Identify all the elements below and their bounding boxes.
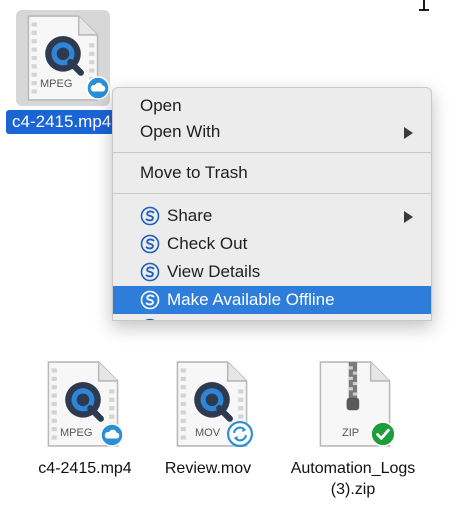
file-icon-c4-2415[interactable]: MPEG: [46, 360, 120, 448]
sync-s-icon: [140, 234, 160, 254]
file-icon-automation-logs[interactable]: ZIP: [318, 360, 392, 448]
menu-separator: [113, 152, 431, 153]
file-name-review[interactable]: Review.mov: [150, 458, 266, 479]
menu-item-label: View Details: [167, 262, 261, 281]
text-cursor-icon: [419, 0, 429, 11]
sync-s-icon: [140, 290, 160, 310]
cloud-icon: [100, 423, 124, 447]
menu-item-partial[interactable]: [113, 314, 431, 321]
menu-item-view-details[interactable]: View Details: [113, 258, 431, 286]
cloud-icon: [86, 76, 110, 100]
menu-item-label: Make Available Offline: [167, 290, 335, 309]
menu-item-label: Move to Trash: [140, 163, 248, 182]
file-name-c4-2415[interactable]: c4-2415.mp4: [20, 458, 150, 479]
menu-item-make-available-offline[interactable]: Make Available Offline: [113, 286, 431, 314]
selected-file-icon[interactable]: MPEG: [26, 14, 100, 102]
file-type-label: MOV: [195, 427, 221, 439]
menu-item-label: Share: [167, 206, 213, 225]
sync-s-icon: [140, 318, 160, 321]
sync-icon: [227, 421, 253, 447]
file-icon-review[interactable]: MOV: [175, 360, 249, 448]
checkmark-icon: [370, 421, 396, 447]
file-name-line: (3).zip: [330, 481, 376, 498]
submenu-arrow-icon: [404, 127, 413, 139]
menu-item-move-to-trash[interactable]: Move to Trash: [113, 159, 431, 187]
menu-item-label: Check Out: [167, 234, 248, 253]
menu-item-open[interactable]: Open: [113, 92, 431, 120]
selected-file-name[interactable]: c4-2415.mp4: [6, 110, 118, 134]
menu-item-share[interactable]: Share: [113, 202, 431, 230]
menu-item-check-out[interactable]: Check Out: [113, 230, 431, 258]
file-name-line: Automation_Logs: [290, 460, 416, 477]
menu-item-open-with[interactable]: Open With: [113, 118, 431, 146]
file-type-label: ZIP: [342, 427, 360, 439]
file-type-label: MPEG: [60, 427, 93, 439]
file-name-automation-logs[interactable]: Automation_Logs (3).zip: [278, 458, 428, 500]
menu-item-label: Open With: [140, 122, 221, 141]
menu-separator: [113, 193, 431, 194]
file-type-label: MPEG: [40, 78, 73, 90]
sync-s-icon: [140, 206, 160, 226]
submenu-arrow-icon: [404, 211, 413, 223]
sync-s-icon: [140, 262, 160, 282]
context-menu: Open Open With Move to Trash Share Check…: [112, 87, 432, 321]
menu-item-label: Open: [140, 96, 182, 115]
